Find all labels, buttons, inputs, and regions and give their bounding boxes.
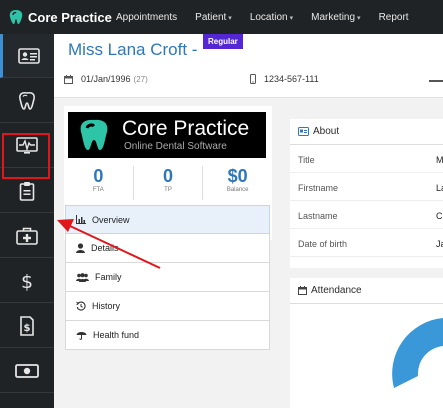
stat-value: 0 — [93, 166, 104, 186]
patient-phone: 1234-567-111 — [250, 74, 319, 84]
logo-subtitle: Online Dental Software — [124, 141, 227, 152]
about-key: Lastname — [298, 211, 338, 221]
patient-name[interactable]: Miss Lana Croft - — [68, 40, 197, 60]
about-row-dob: Date of birth Ja — [290, 229, 443, 257]
about-row-lastname: Lastname C — [290, 201, 443, 229]
status-badge: Regular — [203, 34, 243, 49]
sidebar-item-patient-card[interactable] — [0, 34, 54, 78]
bar-chart-icon — [76, 215, 86, 224]
tab-history[interactable]: History — [65, 292, 270, 321]
about-row-firstname: Firstname La — [290, 173, 443, 201]
about-value: Ja — [436, 239, 443, 249]
about-row-title: Title M — [290, 145, 443, 173]
nav-patient[interactable]: Patient ▾ — [195, 12, 232, 23]
age-value: (27) — [133, 74, 148, 84]
sidebar: $ $ — [0, 34, 54, 408]
sidebar-item-payments[interactable] — [0, 349, 54, 393]
attendance-header: Attendance — [290, 278, 443, 304]
phone-value: 1234-567-111 — [264, 74, 319, 84]
tab-label: Details — [91, 243, 119, 253]
stat-label: FTA — [92, 187, 104, 193]
invoice-icon: $ — [20, 315, 34, 336]
sidebar-item-billing[interactable]: $ — [0, 259, 54, 303]
about-title: About — [313, 126, 340, 137]
user-icon — [76, 243, 85, 253]
medical-kit-icon — [16, 227, 38, 245]
attendance-donut-chart — [392, 318, 443, 388]
id-card-icon — [17, 47, 40, 64]
nav-report[interactable]: Report — [379, 12, 409, 23]
logo-title: Core Practice — [122, 117, 250, 140]
svg-text:$: $ — [21, 271, 33, 292]
patient-header: Miss Lana Croft - Regular 01/Jan/1996 (2… — [54, 34, 443, 98]
dollar-icon: $ — [21, 271, 33, 292]
tab-label: Health fund — [93, 330, 140, 340]
attendance-title: Attendance — [311, 285, 362, 296]
practice-logo: Core Practice Online Dental Software — [68, 112, 266, 158]
about-value: La — [436, 183, 443, 193]
about-key: Title — [298, 155, 315, 165]
id-card-icon — [298, 127, 309, 136]
tooth-logo-icon — [80, 119, 108, 150]
attendance-panel: Attendance — [290, 278, 443, 408]
tab-details[interactable]: Details — [65, 234, 270, 263]
tab-family[interactable]: Family — [65, 263, 270, 292]
nav-appointments[interactable]: Appointments — [116, 12, 177, 23]
svg-text:$: $ — [24, 323, 31, 334]
chevron-down-icon: ▾ — [228, 14, 232, 22]
patient-dob: 01/Jan/1996 (27) — [64, 74, 148, 84]
top-navbar: Core Practice Appointments Patient ▾ Loca… — [0, 0, 443, 34]
calendar-icon — [64, 74, 73, 84]
umbrella-icon — [76, 332, 87, 340]
about-panel: About Title M Firstname La Lastname C Da… — [290, 119, 443, 268]
about-value: M — [436, 155, 443, 165]
stat-label: TP — [164, 187, 172, 193]
cash-icon — [15, 363, 39, 378]
stat-label: Balance — [226, 187, 249, 193]
tab-overview[interactable]: Overview — [65, 205, 270, 234]
tooth-icon — [19, 91, 35, 110]
app-window: Core Practice Appointments Patient ▾ Loca… — [0, 0, 443, 408]
about-key: Firstname — [298, 183, 339, 193]
tab-health-fund[interactable]: Health fund — [65, 321, 270, 350]
tab-label: History — [92, 301, 121, 311]
patient-tabs: Overview Details Family History Health f… — [65, 205, 270, 350]
history-icon — [76, 301, 86, 311]
stat-tp: 0 TP — [134, 166, 204, 200]
users-icon — [76, 272, 89, 282]
sidebar-item-dental-chart[interactable] — [0, 79, 54, 123]
stat-fta: 0 FTA — [64, 166, 134, 200]
tab-label: Overview — [92, 214, 130, 225]
patient-stats: 0 FTA 0 TP $0 Balance — [64, 166, 272, 200]
dob-value: 01/Jan/1996 — [81, 74, 131, 84]
about-value: C — [436, 211, 443, 221]
divider — [429, 80, 443, 82]
stat-balance: $0 Balance — [203, 166, 272, 200]
tab-label: Family — [95, 272, 122, 282]
stat-value: 0 — [163, 166, 174, 186]
highlight-annotation-box — [2, 133, 50, 179]
stat-value: $0 — [227, 166, 248, 186]
chevron-down-icon: ▾ — [289, 14, 294, 22]
main-content: Miss Lana Croft - Regular 01/Jan/1996 (2… — [54, 34, 443, 408]
about-header: About — [290, 119, 443, 145]
calendar-icon — [298, 286, 307, 295]
nav-location[interactable]: Location ▾ — [250, 12, 293, 23]
chevron-down-icon: ▾ — [357, 14, 361, 22]
nav-marketing[interactable]: Marketing ▾ — [311, 12, 360, 23]
brand-logo-icon — [9, 10, 23, 24]
brand[interactable]: Core Practice — [0, 0, 116, 34]
about-key: Date of birth — [298, 239, 348, 249]
sidebar-item-medical[interactable] — [0, 214, 54, 258]
mobile-phone-icon — [250, 74, 256, 84]
sidebar-item-invoices[interactable]: $ — [0, 304, 54, 348]
clipboard-icon — [19, 181, 35, 201]
brand-name: Core Practice — [28, 9, 112, 25]
